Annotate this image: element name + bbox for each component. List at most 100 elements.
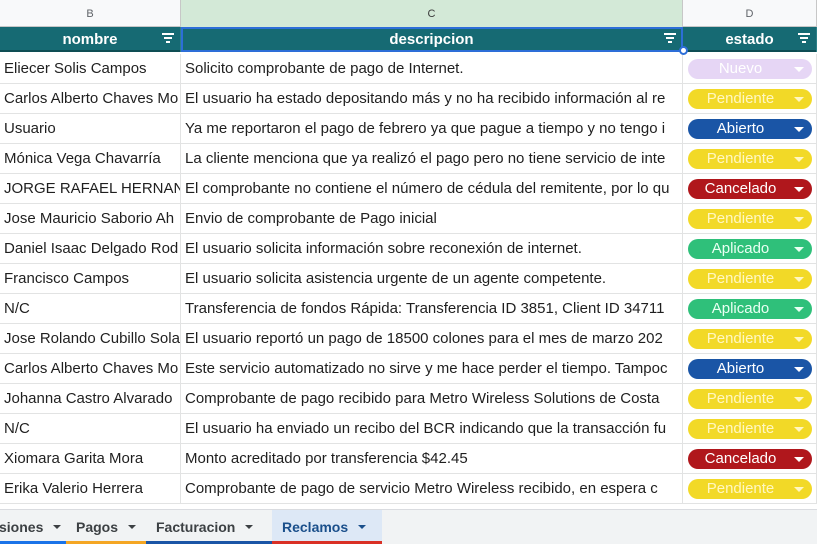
dropdown-arrow-icon[interactable] — [793, 276, 804, 282]
header-nombre[interactable]: nombre — [0, 27, 181, 52]
dropdown-arrow-icon[interactable] — [793, 426, 804, 432]
cell-estado: Pendiente — [683, 144, 817, 173]
column-letter-d[interactable]: D — [683, 0, 817, 27]
cell-nombre[interactable]: Jose Rolando Cubillo Sola — [0, 324, 181, 353]
header-estado-label: estado — [725, 31, 774, 48]
cell-estado: Pendiente — [683, 84, 817, 113]
column-letter-c[interactable]: C — [181, 0, 683, 27]
cell-descripcion[interactable]: El usuario solicita información sobre re… — [181, 234, 683, 263]
cell-nombre[interactable]: Eliecer Solis Campos — [0, 54, 181, 83]
cell-descripcion[interactable]: Comprobante de pago recibido para Metro … — [181, 384, 683, 413]
column-letter-bar: B C D — [0, 0, 817, 27]
sheet-tab-facturacion[interactable]: Facturacion — [146, 510, 272, 544]
cell-nombre[interactable]: Xiomara Garita Mora — [0, 444, 181, 473]
status-chip[interactable]: Cancelado — [687, 178, 812, 199]
cell-descripcion[interactable]: El usuario reportó un pago de 18500 colo… — [181, 324, 683, 353]
header-descripcion-label: descripcion — [389, 31, 474, 48]
cell-descripcion[interactable]: El usuario solicita asistencia urgente d… — [181, 264, 683, 293]
status-chip[interactable]: Aplicado — [687, 298, 812, 319]
dropdown-arrow-icon[interactable] — [793, 216, 804, 222]
cell-nombre[interactable]: JORGE RAFAEL HERNAN — [0, 174, 181, 203]
cell-descripcion[interactable]: Monto acreditado por transferencia $42.4… — [181, 444, 683, 473]
cell-estado: Pendiente — [683, 474, 817, 503]
dropdown-arrow-icon[interactable] — [793, 396, 804, 402]
cell-nombre[interactable]: Johanna Castro Alvarado — [0, 384, 181, 413]
cell-estado: Pendiente — [683, 204, 817, 233]
selection-fill-handle[interactable] — [679, 46, 688, 55]
table-row: N/C El usuario ha enviado un recibo del B… — [0, 414, 817, 444]
cell-nombre[interactable]: Usuario — [0, 114, 181, 143]
tab-menu-arrow-icon[interactable] — [128, 525, 137, 529]
header-descripcion[interactable]: descripcion — [181, 27, 683, 52]
cell-nombre[interactable]: Carlos Alberto Chaves Mo — [0, 84, 181, 113]
column-letter-b[interactable]: B — [0, 0, 181, 27]
table-row: Johanna Castro Alvarado Comprobante de pa… — [0, 384, 817, 414]
cell-nombre[interactable]: Jose Mauricio Saborio Ah — [0, 204, 181, 233]
status-chip[interactable]: Pendiente — [687, 268, 812, 289]
status-chip[interactable]: Pendiente — [687, 148, 812, 169]
cell-nombre[interactable]: Francisco Campos — [0, 264, 181, 293]
cell-nombre[interactable]: Erika Valerio Herrera — [0, 474, 181, 503]
cell-nombre[interactable]: Mónica Vega Chavarría — [0, 144, 181, 173]
cell-descripcion[interactable]: La cliente menciona que ya realizó el pa… — [181, 144, 683, 173]
table-row: Carlos Alberto Chaves Mo El usuario ha es… — [0, 84, 817, 114]
status-chip[interactable]: Nuevo — [687, 58, 812, 79]
cell-descripcion[interactable]: El usuario ha estado depositando más y n… — [181, 84, 683, 113]
table-body: Eliecer Solis Campos Solicito comprobante… — [0, 54, 817, 504]
status-chip[interactable]: Abierto — [687, 118, 812, 139]
cell-descripcion[interactable]: El usuario ha enviado un recibo del BCR … — [181, 414, 683, 443]
header-estado[interactable]: estado — [683, 27, 817, 52]
spreadsheet-grid: B C D nombre descripcion estado Eliecer … — [0, 0, 817, 509]
table-row: N/C Transferencia de fondos Rápida: Trans… — [0, 294, 817, 324]
tab-menu-arrow-icon[interactable] — [245, 525, 254, 529]
filter-icon[interactable] — [798, 33, 810, 45]
sheet-tab-label: siones — [0, 519, 44, 535]
cell-descripcion[interactable]: Solicito comprobante de pago de Internet… — [181, 54, 683, 83]
cell-estado: Pendiente — [683, 384, 817, 413]
dropdown-arrow-icon[interactable] — [793, 186, 804, 192]
filter-icon[interactable] — [664, 33, 676, 45]
table-row: Erika Valerio Herrera Comprobante de pago… — [0, 474, 817, 504]
cell-descripcion[interactable]: Comprobante de pago de servicio Metro Wi… — [181, 474, 683, 503]
cell-nombre[interactable]: Daniel Isaac Delgado Rod — [0, 234, 181, 263]
tab-menu-arrow-icon[interactable] — [358, 525, 367, 529]
dropdown-arrow-icon[interactable] — [793, 456, 804, 462]
status-chip[interactable]: Pendiente — [687, 328, 812, 349]
table-row: Jose Rolando Cubillo Sola El usuario repo… — [0, 324, 817, 354]
cell-descripcion[interactable]: Ya me reportaron el pago de febrero ya q… — [181, 114, 683, 143]
sheet-tab-pagos[interactable]: Pagos — [66, 510, 146, 544]
cell-descripcion[interactable]: Envio de comprobante de Pago inicial — [181, 204, 683, 233]
dropdown-arrow-icon[interactable] — [793, 306, 804, 312]
cell-descripcion[interactable]: Transferencia de fondos Rápida: Transfer… — [181, 294, 683, 323]
dropdown-arrow-icon[interactable] — [793, 156, 804, 162]
tab-menu-arrow-icon[interactable] — [53, 525, 62, 529]
status-chip[interactable]: Pendiente — [687, 208, 812, 229]
dropdown-arrow-icon[interactable] — [793, 486, 804, 492]
header-nombre-label: nombre — [62, 31, 118, 48]
cell-nombre[interactable]: Carlos Alberto Chaves Mo — [0, 354, 181, 383]
cell-descripcion[interactable]: El comprobante no contiene el número de … — [181, 174, 683, 203]
status-chip[interactable]: Aplicado — [687, 238, 812, 259]
sheet-tab-reclamos[interactable]: Reclamos — [272, 510, 382, 544]
dropdown-arrow-icon[interactable] — [793, 366, 804, 372]
sheet-tab-siones[interactable]: siones — [0, 510, 66, 544]
dropdown-arrow-icon[interactable] — [793, 126, 804, 132]
cell-nombre[interactable]: N/C — [0, 294, 181, 323]
dropdown-arrow-icon[interactable] — [793, 96, 804, 102]
status-chip[interactable]: Pendiente — [687, 88, 812, 109]
sheet-tab-bar: siones Pagos Facturacion Reclamos — [0, 509, 817, 544]
status-chip[interactable]: Pendiente — [687, 418, 812, 439]
table-row: Xiomara Garita Mora Monto acreditado por … — [0, 444, 817, 474]
cell-nombre[interactable]: N/C — [0, 414, 181, 443]
status-chip[interactable]: Abierto — [687, 358, 812, 379]
dropdown-arrow-icon[interactable] — [793, 66, 804, 72]
cell-descripcion[interactable]: Este servicio automatizado no sirve y me… — [181, 354, 683, 383]
table-header-row: nombre descripcion estado — [0, 27, 817, 52]
status-chip[interactable]: Pendiente — [687, 388, 812, 409]
filter-icon[interactable] — [162, 33, 174, 45]
dropdown-arrow-icon[interactable] — [793, 246, 804, 252]
status-chip[interactable]: Pendiente — [687, 478, 812, 499]
table-row: Eliecer Solis Campos Solicito comprobante… — [0, 54, 817, 84]
status-chip[interactable]: Cancelado — [687, 448, 812, 469]
dropdown-arrow-icon[interactable] — [793, 336, 804, 342]
